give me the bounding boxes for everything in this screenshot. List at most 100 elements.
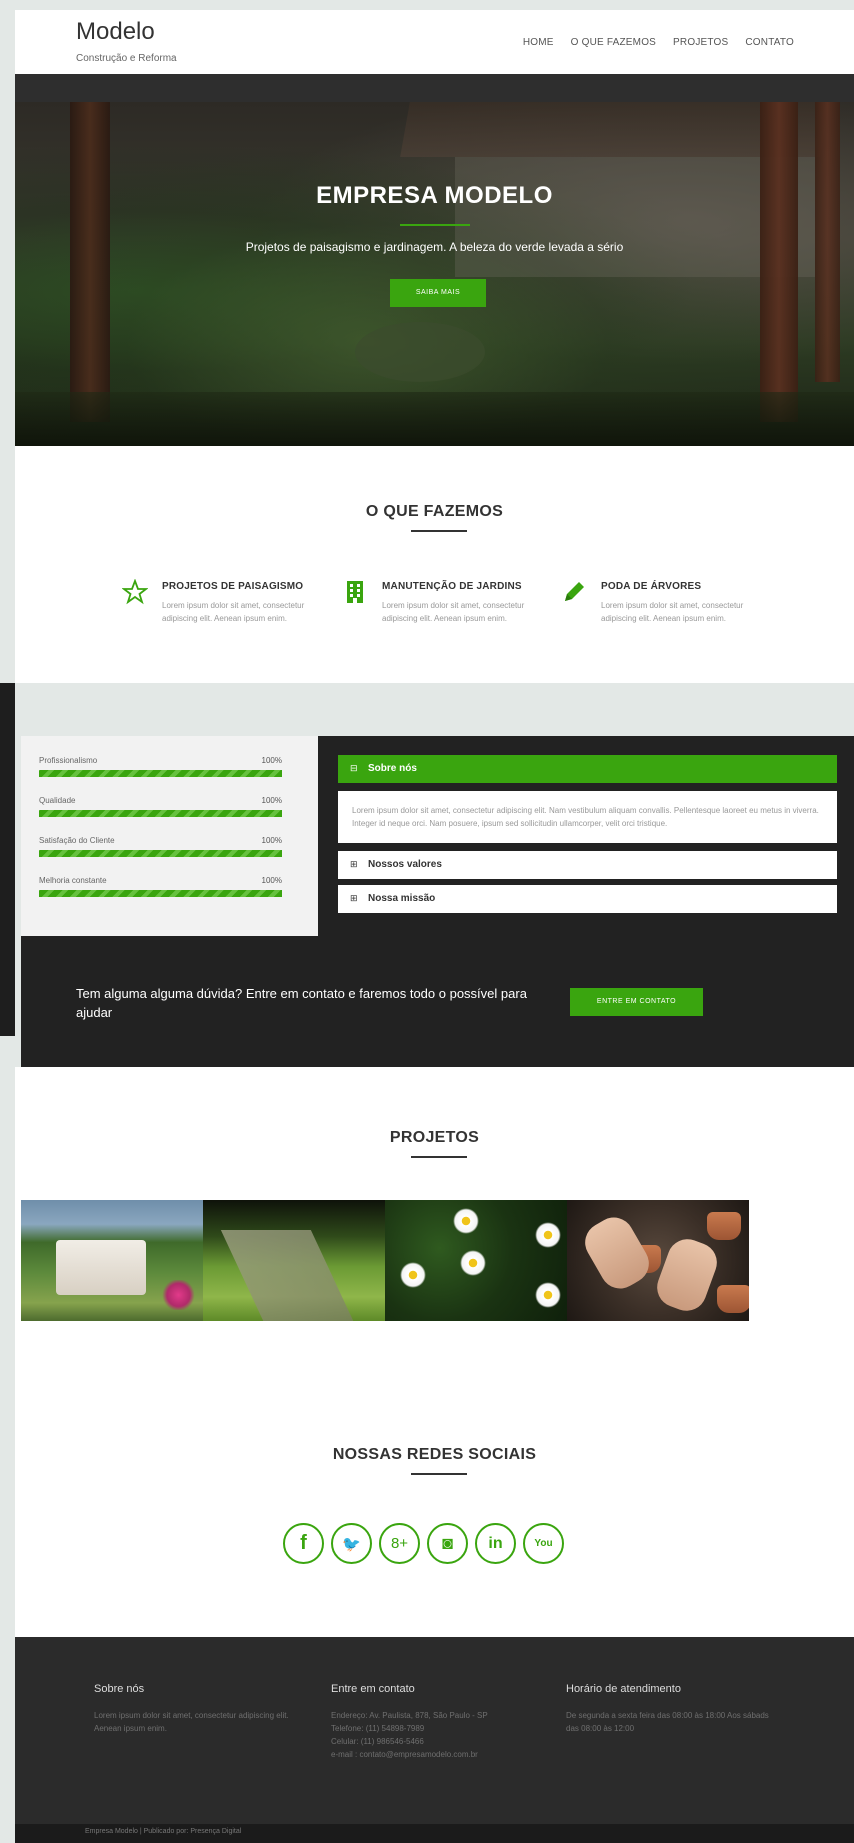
hero-top-strip (15, 74, 854, 102)
image-detail (220, 1230, 356, 1321)
footer-about-text: Lorem ipsum dolor sit amet, consectetur … (94, 1711, 289, 1733)
logo-title[interactable]: Modelo (76, 18, 155, 46)
nav-contato[interactable]: CONTATO (745, 37, 794, 48)
accordion-nossa-missao[interactable]: ⊞ Nossa missão (338, 885, 837, 913)
site-footer: Sobre nós Lorem ipsum dolor sit amet, co… (15, 1637, 854, 1824)
footer-email[interactable]: e-mail : contato@empresamodelo.com.br (331, 1748, 541, 1761)
image-detail (460, 1250, 486, 1276)
projects-title: PROJETOS (389, 1129, 480, 1146)
project-image-potting[interactable] (567, 1200, 749, 1321)
service-title: PODA DE ÁRVORES (601, 581, 702, 592)
image-detail (535, 1282, 561, 1308)
service-text: Lorem ipsum dolor sit amet, consectetur … (162, 601, 305, 623)
services-title: O QUE FAZEMOS (365, 503, 504, 520)
project-image-garden-sofa[interactable] (21, 1200, 203, 1321)
footer-contact-lines: Endereço: Av. Paulista, 878, São Paulo -… (331, 1709, 541, 1761)
facebook-icon[interactable]: f (283, 1523, 324, 1564)
service-text: Lorem ipsum dolor sit amet, consectetur … (382, 601, 525, 623)
skill-value: 100% (261, 876, 282, 885)
hero-bg-shrub (355, 322, 485, 382)
section-divider (411, 1473, 467, 1475)
collapse-icon: ⊟ (350, 763, 358, 773)
hero-bg-pillar (760, 102, 798, 422)
google-plus-icon[interactable]: 8+ (379, 1523, 420, 1564)
hero-divider (400, 224, 470, 226)
section-divider (411, 530, 467, 532)
instagram-icon[interactable]: ◙ (427, 1523, 468, 1564)
image-detail (400, 1262, 426, 1288)
projects-section: PROJETOS (15, 1067, 854, 1360)
accordion-label: Nossos valores (368, 859, 442, 870)
logo-subtitle: Construção e Reforma (76, 53, 177, 64)
image-detail (707, 1212, 741, 1240)
image-detail (577, 1210, 657, 1296)
expand-icon: ⊞ (350, 893, 358, 903)
skill-value: 100% (261, 836, 282, 845)
image-detail (161, 1280, 196, 1310)
skill-value: 100% (261, 796, 282, 805)
skill-progress-bar (39, 810, 282, 817)
nav-o-que-fazemos[interactable]: O QUE FAZEMOS (571, 37, 656, 48)
skill-label: Melhoria constante (39, 876, 107, 885)
social-title: NOSSAS REDES SOCIAIS (332, 1446, 537, 1463)
project-image-daisies[interactable] (385, 1200, 567, 1321)
copyright-text: Empresa Modelo | Publicado por: Presença… (85, 1828, 242, 1835)
expand-icon: ⊞ (350, 859, 358, 869)
skill-value: 100% (261, 756, 282, 765)
hero-title: EMPRESA MODELO (316, 182, 553, 209)
image-detail (717, 1285, 749, 1313)
entre-em-contato-button[interactable]: ENTRE EM CONTATO (570, 988, 703, 1016)
image-detail (453, 1208, 479, 1234)
accordion-nossos-valores[interactable]: ⊞ Nossos valores (338, 851, 837, 879)
twitter-icon[interactable]: 🐦 (331, 1523, 372, 1564)
nav-projetos[interactable]: PROJETOS (673, 37, 728, 48)
hero-subtitle: Projetos de paisagismo e jardinagem. A b… (245, 240, 624, 254)
footer-phone: Telefone: (11) 54898-7989 (331, 1724, 425, 1733)
accordion-label: Sobre nós (368, 763, 417, 774)
skill-progress-bar (39, 770, 282, 777)
skill-label: Satisfação do Cliente (39, 836, 115, 845)
footer-contact-title: Entre em contato (331, 1683, 415, 1695)
services-section: O QUE FAZEMOS PROJETOS DE PAISAGISMO Lor… (15, 446, 854, 683)
hero-banner: EMPRESA MODELO Projetos de paisagismo e … (15, 102, 854, 446)
star-icon (122, 579, 148, 605)
skill-progress-bar (39, 850, 282, 857)
social-icons: f 🐦 8+ ◙ in You (283, 1523, 564, 1564)
skill-label: Profissionalismo (39, 756, 98, 765)
copyright-bar: Empresa Modelo | Publicado por: Presença… (15, 1824, 854, 1843)
accordion-sobre-nos[interactable]: ⊟ Sobre nós (338, 755, 837, 783)
image-detail (535, 1222, 561, 1248)
skill-label: Qualidade (39, 796, 76, 805)
footer-address: Endereço: Av. Paulista, 878, São Paulo -… (331, 1711, 488, 1720)
accordion-body-text: Lorem ipsum dolor sit amet, consectetur … (352, 806, 819, 828)
main-nav: HOME O QUE FAZEMOS PROJETOS CONTATO (506, 37, 794, 48)
skill-progress-bar (39, 890, 282, 897)
youtube-icon[interactable]: You (523, 1523, 564, 1564)
frame-edge (0, 683, 15, 1036)
cta-text: Tem alguma alguma dúvida? Entre em conta… (76, 986, 527, 1020)
image-detail (56, 1240, 146, 1295)
site-header: Modelo Construção e Reforma HOME O QUE F… (15, 10, 854, 74)
pencil-icon (565, 582, 584, 601)
project-image-stone-path[interactable] (203, 1200, 385, 1321)
footer-hours: Horário de atendimento De segunda a sext… (566, 1683, 776, 1735)
service-title: PROJETOS DE PAISAGISMO (162, 581, 304, 592)
footer-about-title: Sobre nós (94, 1683, 145, 1695)
footer-about: Sobre nós Lorem ipsum dolor sit amet, co… (94, 1683, 304, 1735)
accordion-label: Nossa missão (368, 893, 436, 904)
hero-bg-pillar (70, 102, 110, 422)
footer-hours-text: De segunda a sexta feira das 08:00 às 18… (566, 1711, 769, 1733)
section-divider (411, 1156, 467, 1158)
footer-contact: Entre em contato Endereço: Av. Paulista,… (331, 1683, 541, 1761)
linkedin-icon[interactable]: in (475, 1523, 516, 1564)
building-icon (347, 581, 363, 603)
social-section: NOSSAS REDES SOCIAIS f 🐦 8+ ◙ in You (15, 1360, 854, 1637)
footer-hours-title: Horário de atendimento (566, 1683, 681, 1695)
service-text: Lorem ipsum dolor sit amet, consectetur … (601, 601, 744, 623)
footer-mobile: Celular: (11) 986546-5466 (331, 1737, 424, 1746)
service-title: MANUTENÇÃO DE JARDINS (382, 581, 522, 592)
skills-panel: Profissionalismo 100% Qualidade 100% Sat… (21, 736, 318, 936)
saiba-mais-button[interactable]: SAIBA MAIS (390, 279, 486, 307)
nav-home[interactable]: HOME (523, 37, 554, 48)
accordion-body: Lorem ipsum dolor sit amet, consectetur … (338, 791, 837, 843)
